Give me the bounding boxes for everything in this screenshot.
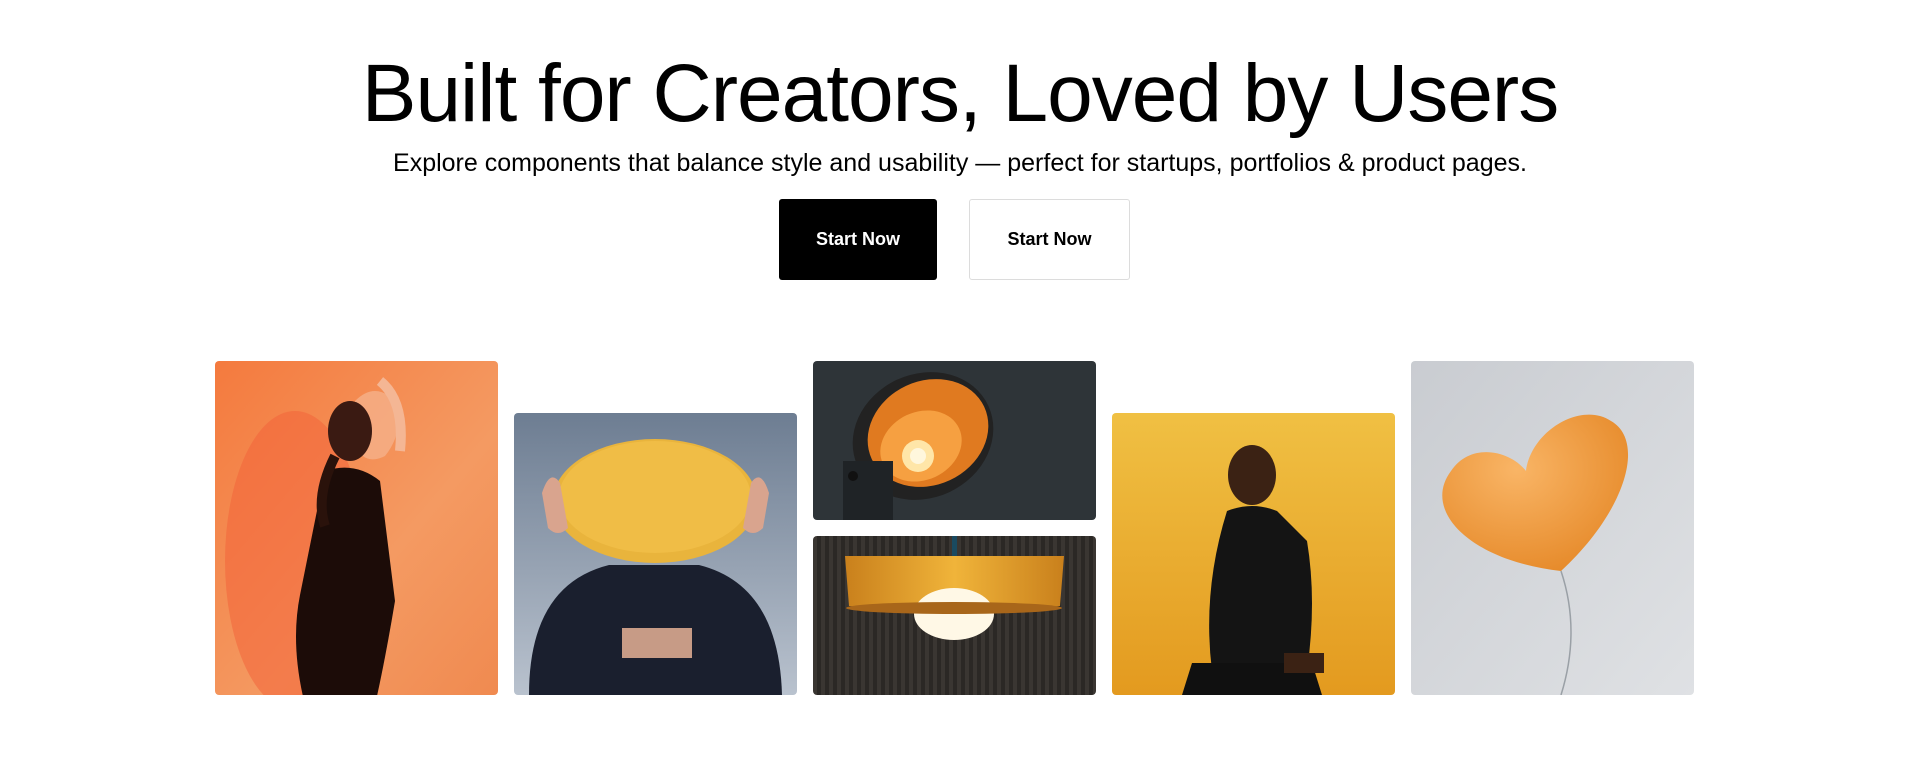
gallery-image-pendant-lamp xyxy=(813,536,1096,695)
pendant-lamp-image xyxy=(813,536,1096,695)
gallery-image-woman-orange xyxy=(215,361,498,695)
hero-title: Built for Creators, Loved by Users xyxy=(361,48,1559,139)
heart-balloon-image xyxy=(1411,361,1694,695)
gallery-image-spotlight xyxy=(813,361,1096,520)
hero-subtitle: Explore components that balance style an… xyxy=(393,149,1527,177)
gallery-image-yellow-disc xyxy=(514,413,797,695)
start-now-secondary-button[interactable]: Start Now xyxy=(969,199,1130,280)
yellow-disc-image xyxy=(514,413,797,695)
man-yellow-image xyxy=(1112,413,1395,695)
woman-orange-image xyxy=(215,361,498,695)
gallery-image-man-yellow xyxy=(1112,413,1395,695)
start-now-primary-button[interactable]: Start Now xyxy=(779,199,937,280)
gallery-image-heart-balloon xyxy=(1411,361,1694,695)
hero-section: Built for Creators, Loved by Users Explo… xyxy=(0,0,1920,762)
spotlight-image xyxy=(813,361,1096,520)
